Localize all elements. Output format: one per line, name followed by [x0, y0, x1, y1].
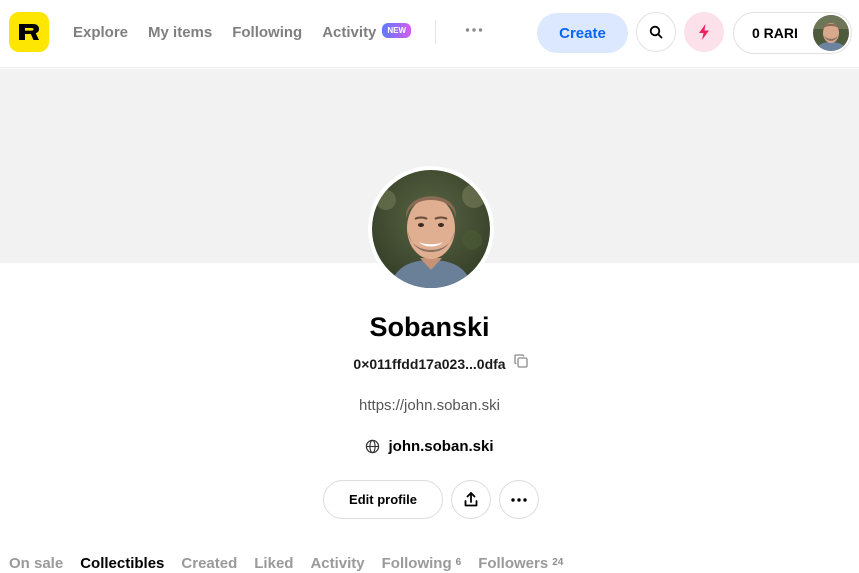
- website-link[interactable]: john.soban.ski: [388, 438, 493, 455]
- tab-followers[interactable]: Followers 24: [478, 555, 563, 572]
- globe-icon: [366, 439, 380, 454]
- tab-following-label: Following: [381, 555, 452, 572]
- new-badge: NEW: [382, 23, 412, 39]
- followers-count: 24: [552, 557, 564, 568]
- profile-photo: [372, 170, 490, 288]
- share-button[interactable]: [451, 480, 491, 519]
- create-button[interactable]: Create: [537, 13, 628, 53]
- profile-bio: https://john.soban.ski: [359, 397, 500, 414]
- top-navigation-bar: Explore My items Following Activity NEW C…: [0, 0, 859, 68]
- bolt-icon: [699, 24, 709, 40]
- copy-address-button[interactable]: [513, 354, 528, 373]
- more-horizontal-icon: [465, 28, 483, 32]
- rarible-logo[interactable]: [9, 12, 49, 52]
- profile-name: Sobanski: [369, 312, 490, 342]
- following-count: 6: [455, 557, 462, 568]
- search-button[interactable]: [636, 12, 676, 52]
- profile-avatar: [368, 166, 494, 292]
- profile-tabs: On sale Collectibles Created Liked Activ…: [9, 555, 580, 572]
- wallet-balance: 0 RARI: [752, 25, 798, 41]
- edit-profile-button[interactable]: Edit profile: [323, 480, 443, 519]
- user-photo: [813, 15, 849, 51]
- rarible-logo-icon: [19, 24, 39, 40]
- nav-my-items[interactable]: My items: [148, 24, 212, 41]
- tab-liked[interactable]: Liked: [254, 555, 293, 572]
- copy-icon: [513, 354, 528, 368]
- search-icon: [649, 25, 663, 39]
- tab-on-sale[interactable]: On sale: [9, 555, 63, 572]
- notifications-button[interactable]: [684, 12, 724, 52]
- tab-activity[interactable]: Activity: [310, 555, 364, 572]
- nav-explore[interactable]: Explore: [73, 24, 128, 41]
- nav-activity-label: Activity: [322, 23, 377, 41]
- tab-followers-label: Followers: [478, 555, 549, 572]
- nav-divider: [435, 20, 436, 44]
- website-row[interactable]: john.soban.ski: [0, 438, 859, 455]
- nav-more-button[interactable]: [462, 20, 486, 40]
- tab-created[interactable]: Created: [181, 555, 237, 572]
- wallet-button[interactable]: 0 RARI: [733, 12, 852, 54]
- header-avatar: [813, 15, 849, 51]
- nav-following[interactable]: Following: [232, 24, 302, 41]
- tab-collectibles[interactable]: Collectibles: [80, 555, 164, 572]
- more-icon: [511, 497, 527, 502]
- wallet-address-row: 0×011ffdd17a023...0dfa: [0, 354, 859, 373]
- profile-more-button[interactable]: [499, 480, 539, 519]
- share-icon: [464, 492, 478, 507]
- tab-following[interactable]: Following 6: [382, 555, 462, 572]
- nav-activity[interactable]: Activity NEW: [322, 23, 412, 41]
- main-nav: Explore My items Following Activity NEW: [73, 0, 431, 64]
- wallet-address: 0×011ffdd17a023...0dfa: [353, 355, 506, 372]
